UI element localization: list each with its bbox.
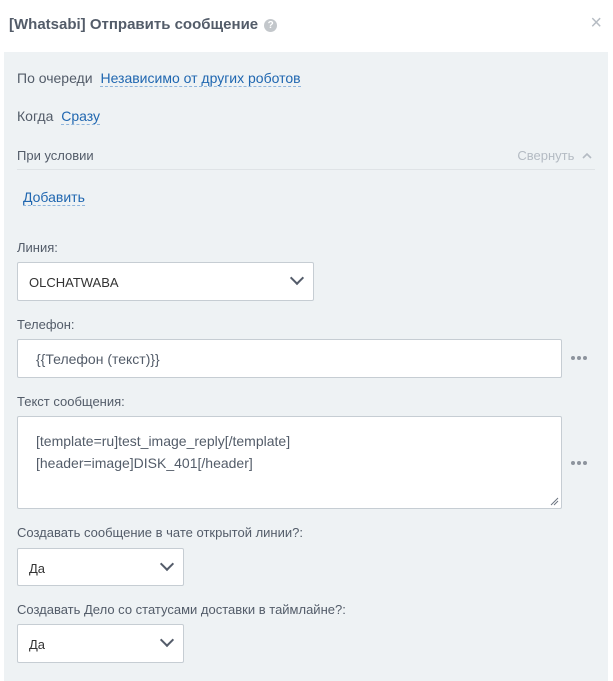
- collapse-toggle[interactable]: Свернуть: [517, 148, 592, 163]
- add-condition-link[interactable]: Добавить: [23, 189, 85, 206]
- message-line-2: [header=image]DISK_401[/header]: [36, 455, 253, 471]
- create-task-label: Создавать Дело со статусами доставки в т…: [17, 602, 346, 617]
- robot-settings-dialog: [Whatsabi] Отправить сообщение? × По оче…: [0, 0, 613, 681]
- create-chat-select[interactable]: Да: [17, 548, 184, 586]
- condition-divider: [17, 169, 595, 170]
- message-textarea[interactable]: [template=ru]test_image_reply[/template]…: [17, 416, 562, 509]
- dialog-title-text: [Whatsabi] Отправить сообщение: [9, 16, 259, 33]
- order-label: По очереди: [17, 70, 93, 86]
- chevron-down-icon: [289, 270, 305, 286]
- dialog-body: По очереди Независимо от других роботов …: [4, 52, 608, 681]
- line-select[interactable]: OLCHATWABA: [17, 262, 314, 301]
- when-row: Когда Сразу: [17, 108, 101, 125]
- condition-label: При условии: [17, 148, 94, 163]
- close-icon[interactable]: ×: [590, 13, 602, 33]
- line-label: Линия:: [17, 240, 58, 255]
- create-chat-label: Создавать сообщение в чате открытой лини…: [17, 525, 303, 540]
- create-chat-select-value: Да: [29, 561, 46, 576]
- order-row: По очереди Независимо от других роботов: [17, 70, 301, 87]
- when-label: Когда: [17, 108, 54, 124]
- order-value-link[interactable]: Независимо от других роботов: [100, 70, 301, 87]
- chevron-down-icon: [159, 556, 175, 572]
- add-condition-row: Добавить: [23, 189, 85, 206]
- create-task-select-value: Да: [29, 637, 46, 652]
- message-line-1: [template=ru]test_image_reply[/template]: [36, 433, 291, 449]
- dialog-title: [Whatsabi] Отправить сообщение?: [9, 16, 278, 33]
- resize-handle-icon[interactable]: [550, 497, 559, 506]
- phone-input[interactable]: {{Телефон (текст)}}: [17, 339, 562, 378]
- line-select-value: OLCHATWABA: [29, 275, 119, 290]
- create-task-select[interactable]: Да: [17, 624, 184, 663]
- help-icon[interactable]: ?: [264, 19, 278, 32]
- phone-label: Телефон:: [17, 317, 75, 332]
- when-value-link[interactable]: Сразу: [61, 108, 101, 125]
- dialog-header: [Whatsabi] Отправить сообщение? ×: [0, 0, 613, 52]
- phone-input-value: {{Телефон (текст)}}: [36, 351, 160, 367]
- collapse-label: Свернуть: [517, 148, 575, 163]
- chevron-down-icon: [159, 632, 175, 648]
- message-more-icon[interactable]: [571, 461, 589, 467]
- message-label: Текст сообщения:: [17, 394, 125, 409]
- phone-more-icon[interactable]: [571, 356, 589, 362]
- chevron-up-icon: [582, 152, 592, 159]
